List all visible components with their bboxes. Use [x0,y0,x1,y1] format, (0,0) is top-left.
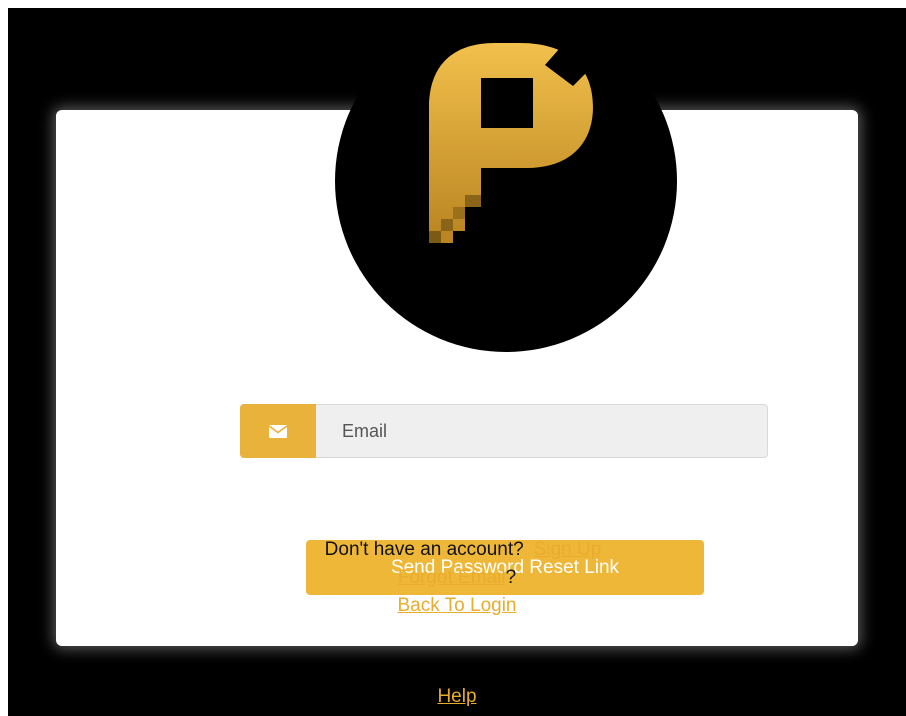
envelope-icon [269,424,287,438]
brand-p-logo-icon [429,40,597,255]
sign-up-link[interactable]: Sign Up [534,539,602,560]
email-input-group [240,404,768,458]
back-to-login-link[interactable]: Back To Login [397,595,516,616]
email-input[interactable] [316,404,768,458]
back-to-login-row: Back To Login [8,592,906,620]
forgot-email-link[interactable]: Forgot Email [398,567,506,588]
email-addon [240,404,316,458]
help-link[interactable]: Help [437,686,476,707]
account-links: Don't have an account? Sign Up Forgot Ema… [8,536,906,620]
signup-prompt: Don't have an account? [324,539,524,560]
signup-row: Don't have an account? Sign Up [8,536,906,564]
logo-badge [335,10,677,352]
page-background: Send Password Reset Link Don't have an a… [8,8,906,716]
footer-help: Help [8,686,906,708]
forgot-email-row: Forgot Email? [8,564,906,592]
forgot-email-suffix: ? [505,567,517,588]
